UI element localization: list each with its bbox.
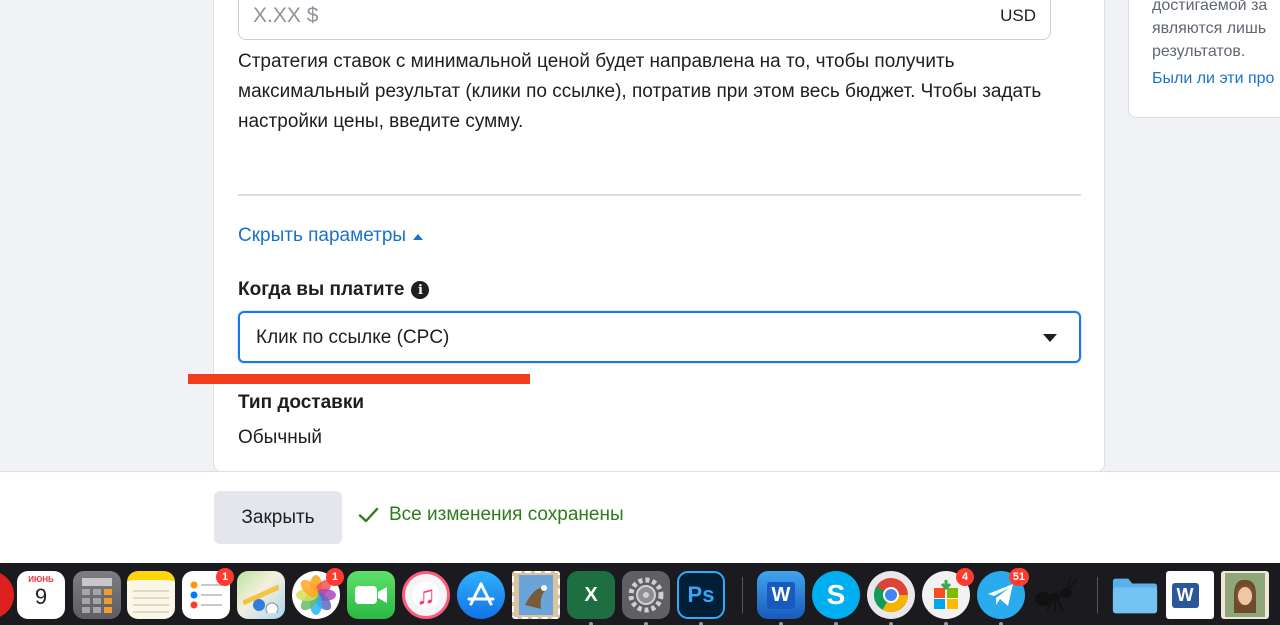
notification-badge: 1 — [216, 568, 234, 586]
strategy-description: Стратегия ставок с минимальной ценой буд… — [238, 51, 1042, 132]
delivery-type-value: Обычный — [238, 427, 322, 448]
currency-label: USD — [1000, 6, 1036, 25]
itunes-icon[interactable]: ♫ — [402, 571, 450, 619]
telegram-icon[interactable]: 51 — [977, 568, 1029, 619]
eagle-stamp-icon — [519, 575, 553, 615]
word-icon[interactable]: W — [757, 571, 805, 619]
paper-plane-icon — [988, 584, 1013, 606]
red-underline-annotation — [188, 374, 530, 384]
folder-icon[interactable] — [1111, 571, 1159, 619]
excel-icon[interactable]: X — [567, 571, 615, 619]
notes-lines-icon — [133, 589, 169, 613]
hide-parameters-label: Скрыть параметры — [238, 225, 407, 246]
reminders-icon[interactable]: 1 — [182, 568, 234, 619]
info-icon[interactable]: i — [411, 281, 430, 299]
side-info-line: достигаемой за — [1152, 0, 1268, 14]
notification-badge: 51 — [1008, 568, 1029, 586]
word-document-icon[interactable]: W — [1166, 571, 1214, 619]
facetime-camera-icon — [355, 586, 387, 604]
when-you-pay-label: Когда вы платите — [238, 279, 405, 300]
notification-badge: 4 — [956, 568, 974, 586]
saved-status: Все изменения сохранены — [357, 504, 624, 526]
word-letter: W — [766, 581, 796, 609]
calendar-icon[interactable]: ИЮНЬ 9 — [17, 571, 65, 619]
calendar-day: 9 — [34, 584, 48, 609]
checkmark-icon — [358, 507, 379, 523]
photo-document-icon[interactable] — [1221, 571, 1269, 619]
side-info-line: являются лишь — [1152, 20, 1267, 37]
feedback-link[interactable]: Были ли эти про — [1152, 70, 1274, 88]
bid-amount-input[interactable]: X.XX $ USD — [238, 0, 1051, 40]
maps-icon[interactable] — [237, 571, 285, 619]
chrome-logo-icon — [874, 578, 908, 612]
photoshop-letters: Ps — [687, 582, 715, 607]
app-store-a-icon — [467, 582, 495, 606]
footer-bar: Закрыть Все изменения сохранены — [0, 471, 1280, 563]
skype-icon[interactable]: S — [812, 571, 860, 619]
app-store-icon[interactable] — [457, 571, 505, 619]
partial-app-icon[interactable] — [0, 571, 14, 619]
bid-placeholder: X.XX $ — [253, 4, 319, 27]
facetime-icon[interactable] — [347, 571, 395, 619]
skype-letter: S — [826, 579, 846, 610]
excel-letter: X — [584, 583, 598, 606]
section-divider — [238, 194, 1081, 196]
side-info-line: результатов. — [1152, 43, 1246, 60]
photos-icon[interactable]: 1 — [292, 568, 344, 619]
calculator-icon[interactable] — [73, 571, 121, 619]
mail-stamp-icon[interactable] — [512, 571, 560, 619]
caret-up-icon — [413, 233, 424, 240]
side-info-text: достигаемой за являются лишь результатов… — [1152, 0, 1280, 63]
saved-status-label: Все изменения сохранены — [389, 504, 624, 525]
billing-event-select[interactable]: Клик по ссылке (CPC) — [238, 311, 1081, 363]
dock-separator — [1097, 577, 1098, 613]
notification-badge: 1 — [326, 568, 344, 586]
macos-dock: ИЮНЬ 9 1 1 ♫ X Ps W S 4 51 W — [0, 563, 1280, 625]
photoshop-icon[interactable]: Ps — [677, 571, 725, 619]
office-installer-icon[interactable]: 4 — [922, 568, 974, 619]
chrome-icon[interactable] — [867, 571, 915, 619]
ant-app-icon[interactable] — [1032, 571, 1080, 619]
billing-event-value: Клик по ссылке (CPC) — [256, 327, 450, 348]
calendar-month: ИЮНЬ — [28, 575, 54, 584]
system-preferences-icon[interactable] — [622, 571, 670, 619]
chevron-down-icon — [1043, 334, 1057, 342]
notes-icon[interactable] — [127, 571, 175, 619]
maps-pin-icon — [243, 584, 279, 613]
hide-parameters-link[interactable]: Скрыть параметры — [238, 225, 424, 247]
word-doc-letter: W — [1171, 582, 1199, 608]
dock-separator — [742, 577, 743, 613]
ant-icon — [1035, 576, 1078, 612]
when-you-pay-heading: Когда вы платите i — [238, 279, 430, 301]
gear-icon — [628, 577, 664, 613]
close-button[interactable]: Закрыть — [214, 491, 342, 544]
office-squares-icon — [934, 580, 958, 609]
delivery-type-label: Тип доставки — [238, 392, 365, 413]
music-note-icon: ♫ — [416, 579, 436, 610]
calculator-keys-icon — [82, 578, 112, 613]
portrait-thumbnail-icon — [1225, 573, 1265, 617]
folder-shape-icon — [1112, 578, 1158, 614]
